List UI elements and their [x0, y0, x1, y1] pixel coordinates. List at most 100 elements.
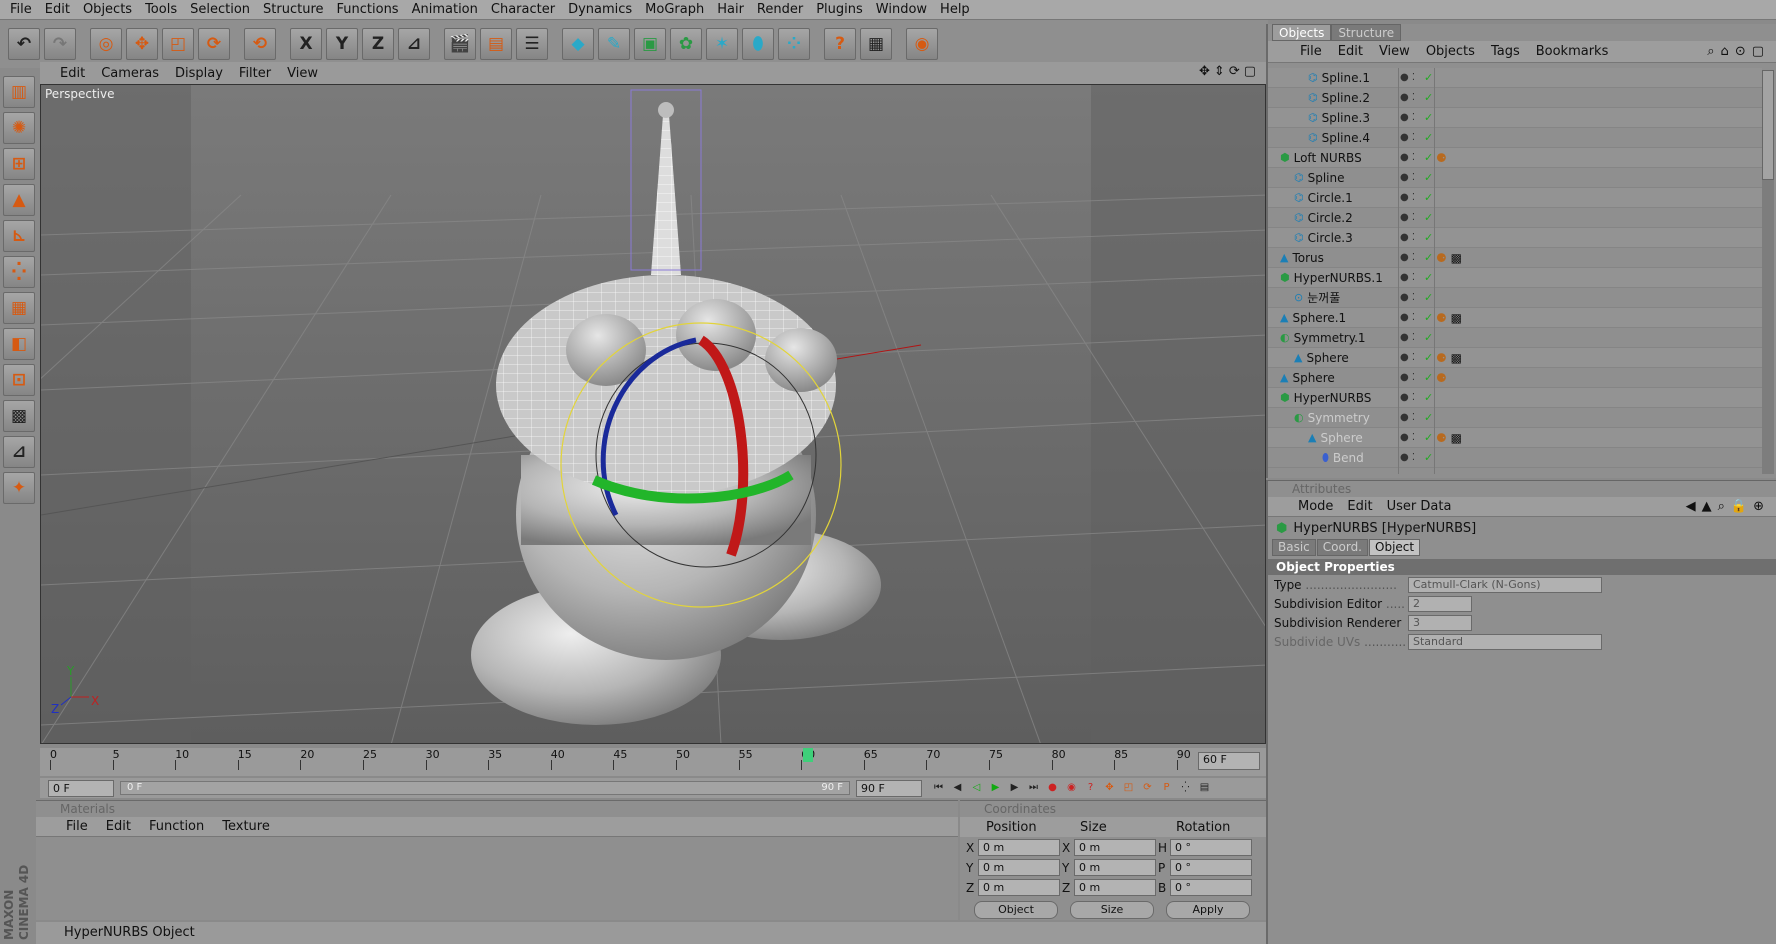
visibility-dots-icon[interactable]: ● ⁚ — [1400, 292, 1415, 303]
rotation-field[interactable]: 0 ° — [1170, 879, 1252, 896]
property-value[interactable]: 2 — [1408, 595, 1472, 612]
position-field[interactable]: 0 m — [978, 879, 1060, 896]
object-row[interactable]: ▲ Torus ● ⁚ ✓ ⚈ ▩ — [1268, 248, 1762, 268]
menu-file[interactable]: File — [6, 2, 41, 17]
enabled-check-icon[interactable]: ✓ — [1424, 111, 1433, 124]
object-row[interactable]: ▲ Sphere ● ⁚ ✓ ⚈ ▩ — [1268, 348, 1762, 368]
live-selection-icon[interactable]: ◎ — [90, 28, 122, 60]
visibility-dots-icon[interactable]: ● ⁚ — [1400, 72, 1415, 83]
cube-icon[interactable]: ◆ — [562, 28, 594, 60]
enabled-check-icon[interactable]: ✓ — [1424, 331, 1433, 344]
visibility-dots-icon[interactable]: ● ⁚ — [1400, 132, 1415, 143]
x-axis-lock-button[interactable]: X — [290, 28, 322, 60]
z-axis-lock-button[interactable]: Z — [362, 28, 394, 60]
materials-menu-edit[interactable]: Edit — [106, 819, 131, 834]
render-settings-icon[interactable]: ☰ — [516, 28, 548, 60]
visibility-dots-icon[interactable]: ● ⁚ — [1400, 312, 1415, 323]
key-position-icon[interactable]: ✥ — [1101, 780, 1118, 796]
visibility-dots-icon[interactable]: ● ⁚ — [1400, 452, 1415, 463]
object-row[interactable]: ⌬ Circle.3 ● ⁚ ✓ — [1268, 228, 1762, 248]
material-tag-icon[interactable]: ⚈ — [1436, 151, 1447, 165]
play-forward-icon[interactable]: ▶ — [987, 780, 1004, 796]
objects-menu-view[interactable]: View — [1379, 44, 1410, 59]
property-value[interactable]: Catmull-Clark (N-Gons) — [1408, 576, 1602, 593]
web-icon[interactable]: ◉ — [906, 28, 938, 60]
object-row[interactable]: ⊙ 눈꺼풀 ● ⁚ ✓ — [1268, 288, 1762, 308]
position-field[interactable]: 0 m — [978, 839, 1060, 856]
visibility-dots-icon[interactable]: ● ⁚ — [1400, 252, 1415, 263]
sculpt-icon[interactable]: ✦ — [3, 472, 35, 504]
menu-mograph[interactable]: MoGraph — [641, 2, 713, 17]
polygons-tool-icon[interactable]: ◧ — [3, 328, 35, 360]
key-rotation-icon[interactable]: ⟳ — [1139, 780, 1156, 796]
y-axis-lock-button[interactable]: Y — [326, 28, 358, 60]
enabled-check-icon[interactable]: ✓ — [1424, 371, 1433, 384]
go-to-end-icon[interactable]: ⏭ — [1025, 780, 1042, 796]
enabled-check-icon[interactable]: ✓ — [1424, 431, 1433, 444]
perspective-viewport[interactable]: X Y Z Perspective — [40, 84, 1266, 744]
menu-structure[interactable]: Structure — [259, 2, 332, 17]
tab-coord[interactable]: Coord. — [1316, 539, 1368, 556]
record-icon[interactable]: ● — [1044, 780, 1061, 796]
key-param-icon[interactable]: P — [1158, 780, 1175, 796]
object-row[interactable]: ◐ Symmetry ● ⁚ ✓ — [1268, 408, 1762, 428]
object-row[interactable]: ⌬ Spline.4 ● ⁚ ✓ — [1268, 128, 1762, 148]
enabled-check-icon[interactable]: ✓ — [1424, 171, 1433, 184]
texture-tag-icon[interactable]: ▩ — [1451, 251, 1462, 265]
object-row[interactable]: ▲ Sphere ● ⁚ ✓ ⚈ ▩ — [1268, 428, 1762, 448]
end-frame-field[interactable]: 90 F — [856, 779, 922, 797]
object-row[interactable]: ⬢ HyperNURBS ● ⁚ ✓ — [1268, 388, 1762, 408]
undo-icon[interactable]: ↶ — [8, 28, 40, 60]
visibility-dots-icon[interactable]: ● ⁚ — [1400, 352, 1415, 363]
help-cursor-icon[interactable]: ? — [824, 28, 856, 60]
object-row[interactable]: ⌬ Circle.2 ● ⁚ ✓ — [1268, 208, 1762, 228]
menu-animation[interactable]: Animation — [408, 2, 487, 17]
menu-hair[interactable]: Hair — [713, 2, 753, 17]
objects-menu-tags[interactable]: Tags — [1491, 44, 1520, 59]
visibility-dots-icon[interactable]: ● ⁚ — [1400, 192, 1415, 203]
viewport-menu-filter[interactable]: Filter — [239, 66, 271, 81]
use-object-axis-icon[interactable]: ▲ — [3, 184, 35, 216]
menu-plugins[interactable]: Plugins — [812, 2, 872, 17]
menu-objects[interactable]: Objects — [79, 2, 141, 17]
checker-icon[interactable]: ▩ — [3, 400, 35, 432]
rotation-field[interactable]: 0 ° — [1170, 859, 1252, 876]
object-row[interactable]: ⬮ Bend ● ⁚ ✓ — [1268, 448, 1762, 468]
range-slider[interactable]: 0 F 90 F — [120, 781, 850, 795]
menu-window[interactable]: Window — [872, 2, 936, 17]
visibility-dots-icon[interactable]: ● ⁚ — [1400, 432, 1415, 443]
property-value[interactable]: Standard — [1408, 633, 1602, 650]
size-field[interactable]: 0 m — [1074, 859, 1156, 876]
go-to-start-icon[interactable]: ⏮ — [930, 780, 947, 796]
timeline-icon[interactable]: ▦ — [860, 28, 892, 60]
material-tag-icon[interactable]: ⚈ — [1436, 251, 1447, 265]
property-value[interactable]: 3 — [1408, 614, 1472, 631]
menu-tools[interactable]: Tools — [141, 2, 186, 17]
material-tag-icon[interactable]: ⚈ — [1436, 371, 1447, 385]
objects-menu-bookmarks[interactable]: Bookmarks — [1536, 44, 1609, 59]
materials-menu-file[interactable]: File — [66, 819, 88, 834]
attributes-nav-icons[interactable]: ◀▲⌕🔒⊕ — [1686, 499, 1770, 514]
visibility-dots-icon[interactable]: ● ⁚ — [1400, 152, 1415, 163]
visibility-dots-icon[interactable]: ● ⁚ — [1400, 372, 1415, 383]
apply-button[interactable]: Apply — [1166, 901, 1250, 919]
size-field[interactable]: 0 m — [1074, 839, 1156, 856]
object-tool-icon[interactable]: ⊞ — [3, 148, 35, 180]
menu-character[interactable]: Character — [487, 2, 564, 17]
use-model-tool-icon[interactable]: ✺ — [3, 112, 35, 144]
redo-icon[interactable]: ↷ — [44, 28, 76, 60]
tab-basic[interactable]: Basic — [1272, 539, 1316, 556]
objects-menu-file[interactable]: File — [1300, 44, 1322, 59]
visibility-dots-icon[interactable]: ● ⁚ — [1400, 212, 1415, 223]
visibility-dots-icon[interactable]: ● ⁚ — [1400, 272, 1415, 283]
viewport-menu-cameras[interactable]: Cameras — [101, 66, 159, 81]
coordinate-system-icon[interactable]: ⊿ — [398, 28, 430, 60]
render-picture-viewer-icon[interactable]: ▤ — [480, 28, 512, 60]
autokey-icon[interactable]: ◉ — [1063, 780, 1080, 796]
menu-selection[interactable]: Selection — [186, 2, 259, 17]
tab-objects[interactable]: Objects — [1272, 24, 1332, 41]
enabled-check-icon[interactable]: ✓ — [1424, 91, 1433, 104]
object-tree-scrollbar[interactable] — [1762, 70, 1774, 474]
object-row[interactable]: ⌬ Spline.1 ● ⁚ ✓ — [1268, 68, 1762, 88]
object-row[interactable]: ⌬ Spline ● ⁚ ✓ — [1268, 168, 1762, 188]
